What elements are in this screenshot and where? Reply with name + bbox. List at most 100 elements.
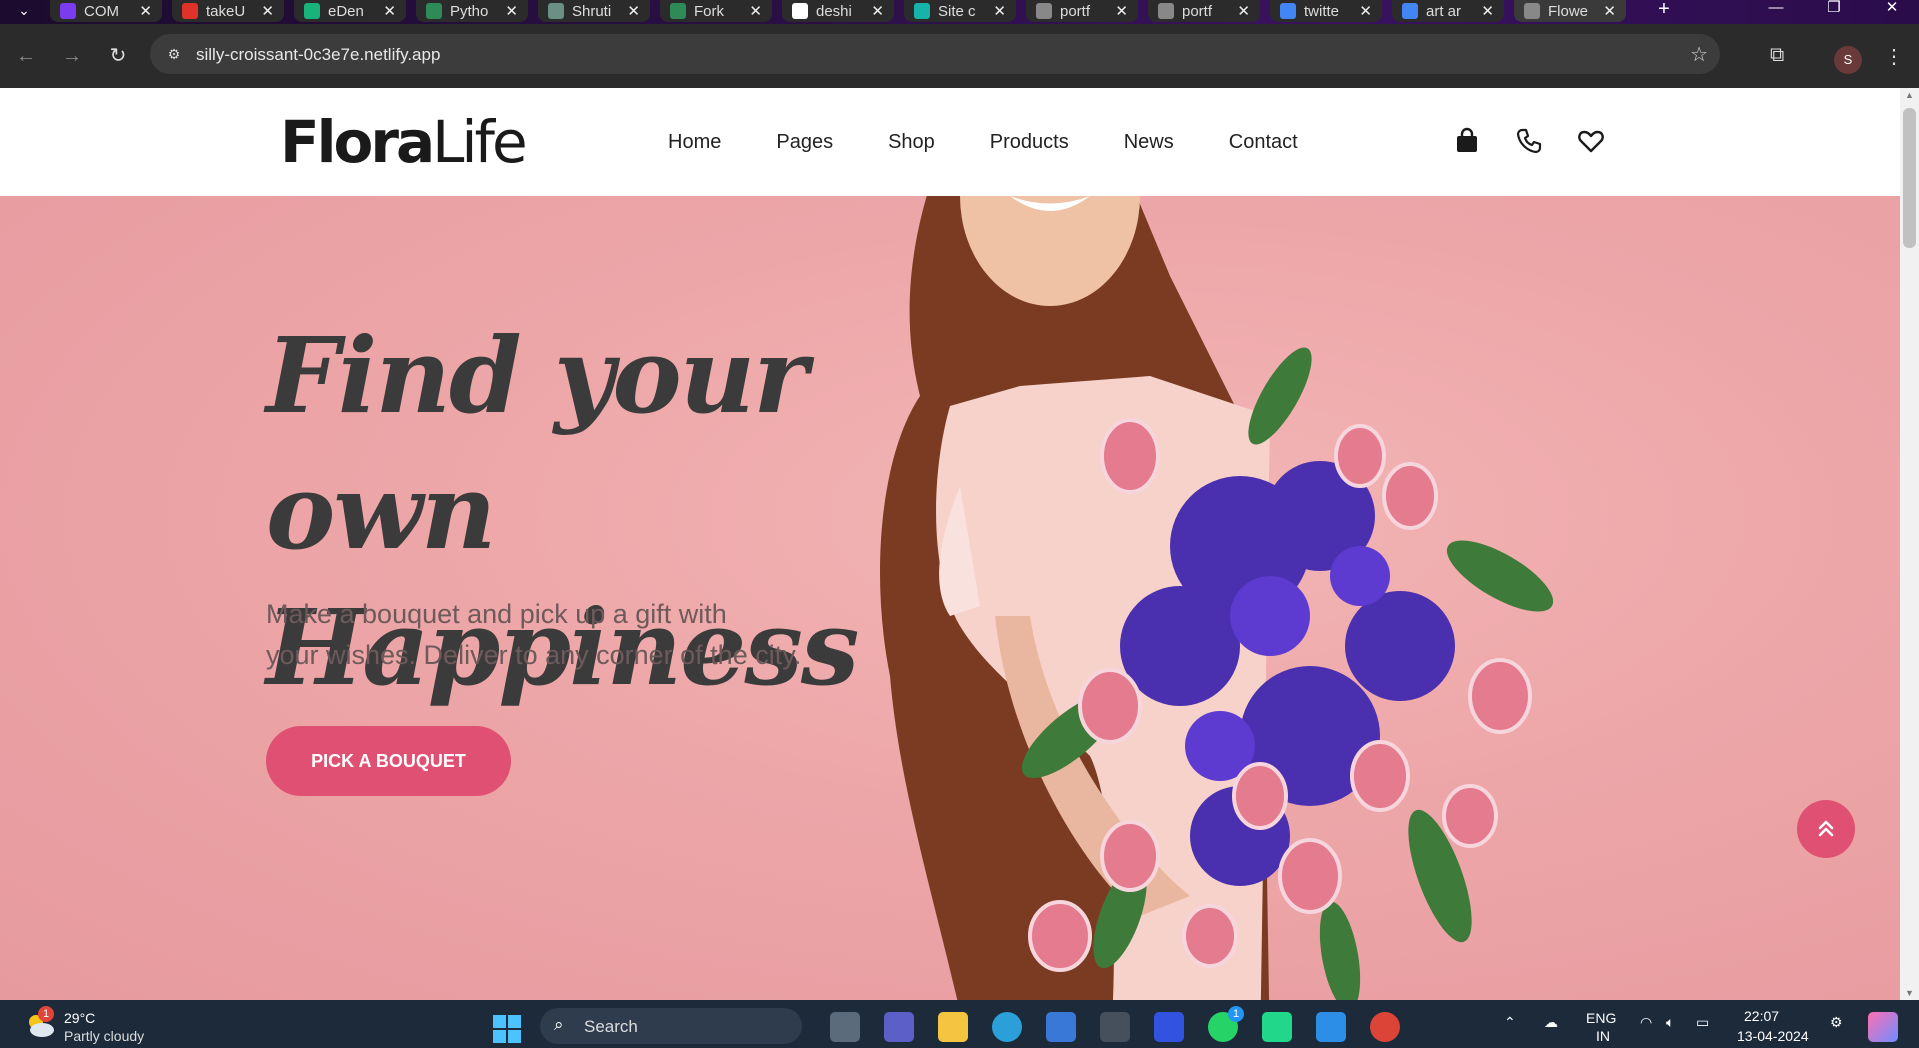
close-window-button[interactable]: ✕	[1872, 0, 1912, 20]
notion-style-app-icon[interactable]	[1154, 1012, 1184, 1042]
reload-button[interactable]: ↻	[106, 44, 130, 68]
tab-favicon-icon	[1524, 3, 1540, 19]
nav-news[interactable]: News	[1124, 131, 1174, 154]
scroll-up-arrow-icon[interactable]: ▲	[1903, 90, 1916, 100]
browser-tab[interactable]: portf ✕	[1148, 0, 1260, 22]
nav-home[interactable]: Home	[668, 131, 721, 154]
tab-favicon-icon	[60, 3, 76, 19]
heart-icon[interactable]	[1576, 126, 1606, 156]
browser-tab[interactable]: deshi ✕	[782, 0, 894, 22]
weather-temp[interactable]: 29°C	[64, 1010, 95, 1026]
notification-bell-icon[interactable]: ⚙	[1830, 1014, 1843, 1031]
taskbar-search[interactable]: ⌕ Search	[540, 1008, 802, 1044]
tab-close-icon[interactable]: ✕	[139, 2, 152, 20]
site-info-icon[interactable]: ⚙	[164, 44, 184, 64]
minimize-button[interactable]: —	[1756, 0, 1796, 20]
edge-icon[interactable]	[992, 1012, 1022, 1042]
weather-desc[interactable]: Partly cloudy	[64, 1028, 144, 1044]
search-placeholder: Search	[584, 1017, 638, 1036]
tab-favicon-icon	[792, 3, 808, 19]
extensions-icon[interactable]: ⧉	[1770, 44, 1784, 67]
tab-label: art ar	[1426, 2, 1462, 20]
phone-icon[interactable]	[1514, 126, 1544, 156]
clock-time[interactable]: 22:07	[1744, 1008, 1779, 1024]
tab-favicon-icon	[304, 3, 320, 19]
tab-close-icon[interactable]: ✕	[383, 2, 396, 20]
browser-tab[interactable]: art ar ✕	[1392, 0, 1504, 22]
app-cube-icon[interactable]	[1100, 1012, 1130, 1042]
browser-tab[interactable]: Fork ✕	[660, 0, 772, 22]
copilot-icon[interactable]	[1868, 1012, 1898, 1042]
browser-tab[interactable]: portf ✕	[1026, 0, 1138, 22]
microsoft-store-icon[interactable]	[1046, 1012, 1076, 1042]
scroll-to-top-button[interactable]	[1797, 800, 1855, 858]
browser-tab[interactable]: Site c ✕	[904, 0, 1016, 22]
browser-tab[interactable]: COM ✕	[50, 0, 162, 22]
tab-close-icon[interactable]: ✕	[1359, 2, 1372, 20]
tab-close-icon[interactable]: ✕	[993, 2, 1006, 20]
language-top[interactable]: ENG	[1586, 1010, 1616, 1026]
pycharm-icon[interactable]	[1262, 1012, 1292, 1042]
windows-start-icon[interactable]	[492, 1014, 522, 1044]
nav-products[interactable]: Products	[990, 131, 1069, 154]
forward-button[interactable]: →	[60, 44, 84, 68]
tab-close-icon[interactable]: ✕	[261, 2, 274, 20]
bookmark-star-icon[interactable]: ☆	[1690, 42, 1708, 67]
maximize-button[interactable]: ❐	[1814, 0, 1854, 20]
profile-avatar[interactable]: S	[1834, 46, 1862, 74]
scrollbar-thumb[interactable]	[1903, 108, 1916, 248]
tab-label: Fork	[694, 2, 724, 20]
tab-close-icon[interactable]: ✕	[1237, 2, 1250, 20]
scroll-down-arrow-icon[interactable]: ▼	[1903, 988, 1916, 998]
double-chevron-up-icon	[1818, 820, 1834, 837]
onedrive-cloud-icon[interactable]: ☁	[1544, 1014, 1558, 1031]
weather-badge: 1	[38, 1006, 54, 1022]
back-button[interactable]: ←	[14, 44, 38, 68]
clock-date[interactable]: 13-04-2024	[1737, 1028, 1809, 1044]
nav-pages[interactable]: Pages	[776, 131, 833, 154]
browser-tab[interactable]: Shruti ✕	[538, 0, 650, 22]
hero-subtitle: Make a bouquet and pick up a gift with y…	[266, 594, 866, 676]
tab-favicon-icon	[1036, 3, 1052, 19]
tab-close-icon[interactable]: ✕	[1603, 2, 1616, 20]
browser-tab[interactable]: eDen ✕	[294, 0, 406, 22]
browser-tab[interactable]: takeU ✕	[172, 0, 284, 22]
chrome-icon[interactable]	[1370, 1012, 1400, 1042]
tab-close-icon[interactable]: ✕	[1115, 2, 1128, 20]
tab-close-icon[interactable]: ✕	[505, 2, 518, 20]
tab-close-icon[interactable]: ✕	[1481, 2, 1494, 20]
task-view-icon[interactable]	[830, 1012, 860, 1042]
new-tab-button[interactable]: +	[1652, 0, 1676, 20]
logo-light-text: Life	[432, 108, 528, 176]
vscode-icon[interactable]	[1316, 1012, 1346, 1042]
pick-a-bouquet-button[interactable]: PICK A BOUQUET	[266, 726, 511, 796]
browser-tab[interactable]: Pytho ✕	[416, 0, 528, 22]
page-scrollbar[interactable]: ▲ ▼	[1900, 88, 1919, 1000]
tab-label: portf	[1182, 2, 1213, 20]
tab-search-chevron-icon[interactable]: ⌄	[12, 2, 36, 20]
file-explorer-icon[interactable]	[938, 1012, 968, 1042]
site-logo[interactable]: FloraLife	[280, 108, 528, 176]
nav-shop[interactable]: Shop	[888, 131, 935, 154]
browser-toolbar: ← → ↻ ⚙ silly-croissant-0c3e7e.netlify.a…	[0, 24, 1919, 88]
nav-contact[interactable]: Contact	[1229, 131, 1298, 154]
tab-favicon-icon	[914, 3, 930, 19]
tab-close-icon[interactable]: ✕	[871, 2, 884, 20]
tab-favicon-icon	[1158, 3, 1174, 19]
hero-title-line1: Find your own	[266, 314, 808, 573]
tab-close-icon[interactable]: ✕	[627, 2, 640, 20]
browser-menu-icon[interactable]: ⋮	[1884, 44, 1904, 69]
teams-icon[interactable]	[884, 1012, 914, 1042]
wifi-icon[interactable]: ◠	[1640, 1014, 1652, 1031]
tray-overflow-chevron-icon[interactable]: ⌃	[1504, 1014, 1516, 1031]
hero-subtitle-line1: Make a bouquet and pick up a gift with	[266, 599, 727, 629]
language-bottom[interactable]: IN	[1596, 1028, 1610, 1044]
browser-tab[interactable]: twitte ✕	[1270, 0, 1382, 22]
shopping-bag-icon[interactable]	[1452, 126, 1482, 156]
url-text[interactable]: silly-croissant-0c3e7e.netlify.app	[196, 45, 440, 65]
volume-icon[interactable]: 🔈︎	[1666, 1014, 1674, 1031]
address-bar[interactable]: ⚙ silly-croissant-0c3e7e.netlify.app ☆	[150, 34, 1720, 74]
battery-icon[interactable]: ▭	[1696, 1014, 1709, 1031]
browser-tab[interactable]: Flowe ✕	[1514, 0, 1626, 22]
tab-close-icon[interactable]: ✕	[749, 2, 762, 20]
